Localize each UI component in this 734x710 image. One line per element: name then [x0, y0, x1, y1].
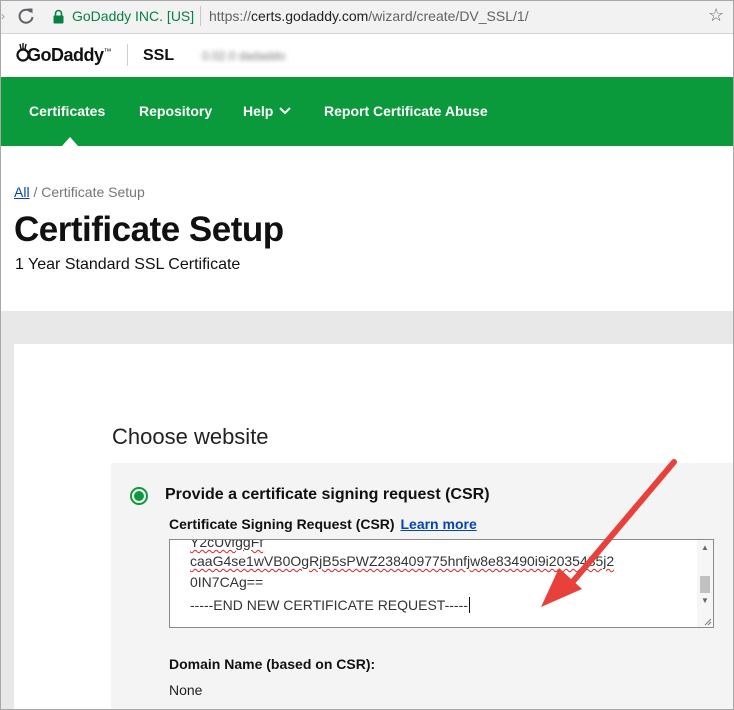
trademark: ™	[103, 47, 112, 56]
csr-option-label[interactable]: Provide a certificate signing request (C…	[165, 486, 490, 504]
chevron-down-icon	[279, 107, 292, 115]
scroll-up-icon[interactable]: ▲	[701, 543, 709, 552]
domain-name-label: Domain Name (based on CSR):	[169, 656, 376, 672]
breadcrumb-current: Certificate Setup	[41, 184, 145, 200]
godaddy-logo[interactable]: GoDaddy™	[27, 45, 111, 66]
main-nav: Certificates Repository Help Report Cert…	[0, 77, 734, 146]
url-path: /wizard/create/DV_SSL/1/	[368, 8, 529, 24]
csr-label-text: Certificate Signing Request (CSR)	[169, 516, 395, 532]
page-subtitle: 1 Year Standard SSL Certificate	[15, 256, 241, 273]
url-host: certs.godaddy.com	[251, 8, 369, 24]
address-divider	[200, 6, 201, 26]
csr-line: caaG4se1wVB0OgRjB5sPWZ238409775hnfjw8e83…	[190, 553, 615, 569]
csr-radio-button[interactable]	[130, 487, 148, 505]
product-name: SSL	[143, 47, 175, 64]
url-field[interactable]: https://certs.godaddy.com/wizard/create/…	[209, 8, 529, 24]
csr-line: 0IN7CAg==	[190, 574, 264, 590]
csr-line: -----END NEW CERTIFICATE REQUEST-----	[190, 597, 468, 613]
nav-help-label: Help	[243, 103, 274, 119]
reload-icon[interactable]	[16, 6, 36, 26]
url-scheme: https://	[209, 8, 252, 24]
learn-more-link[interactable]: Learn more	[400, 516, 476, 532]
logo-wordmark: GoDaddy	[27, 45, 104, 65]
account-info: 0.02.0 dadaddo	[202, 49, 286, 63]
csr-line-end: -----END NEW CERTIFICATE REQUEST-----	[190, 597, 470, 613]
nav-report-abuse[interactable]: Report Certificate Abuse	[324, 103, 488, 119]
scrollbar-thumb[interactable]	[700, 576, 710, 593]
browser-address-bar: › GoDaddy INC. [US] https://certs.godadd…	[0, 0, 734, 34]
domain-name-value: None	[169, 682, 203, 698]
resize-handle-icon[interactable]	[703, 617, 712, 626]
lock-icon	[53, 9, 64, 24]
breadcrumb-separator: /	[29, 184, 42, 200]
nav-repository[interactable]: Repository	[139, 103, 212, 119]
site-identity[interactable]: GoDaddy INC. [US]	[72, 8, 194, 24]
nav-help[interactable]: Help	[243, 103, 292, 119]
text-cursor	[468, 597, 470, 613]
page-title: Certificate Setup	[14, 210, 284, 249]
csr-line: Y2cUvfggFf	[190, 539, 264, 550]
forward-icon[interactable]: ›	[1, 9, 11, 25]
breadcrumb-all-link[interactable]: All	[14, 184, 30, 200]
nav-certificates[interactable]: Certificates	[29, 103, 105, 119]
section-title: Choose website	[112, 424, 269, 449]
textarea-scrollbar[interactable]: ▲ ▼	[697, 540, 713, 627]
csr-field-label: Certificate Signing Request (CSR) Learn …	[169, 516, 477, 532]
bookmark-star-icon[interactable]: ☆	[708, 5, 724, 26]
site-header: GoDaddy™ SSL 0.02.0 dadaddo	[0, 34, 734, 77]
scroll-down-icon[interactable]: ▼	[701, 596, 709, 605]
active-nav-indicator	[62, 137, 78, 146]
header-divider	[127, 44, 128, 66]
csr-textarea[interactable]: Y2cUvfggFf caaG4se1wVB0OgRjB5sPWZ2384097…	[169, 539, 714, 628]
breadcrumb: All / Certificate Setup	[14, 184, 145, 200]
